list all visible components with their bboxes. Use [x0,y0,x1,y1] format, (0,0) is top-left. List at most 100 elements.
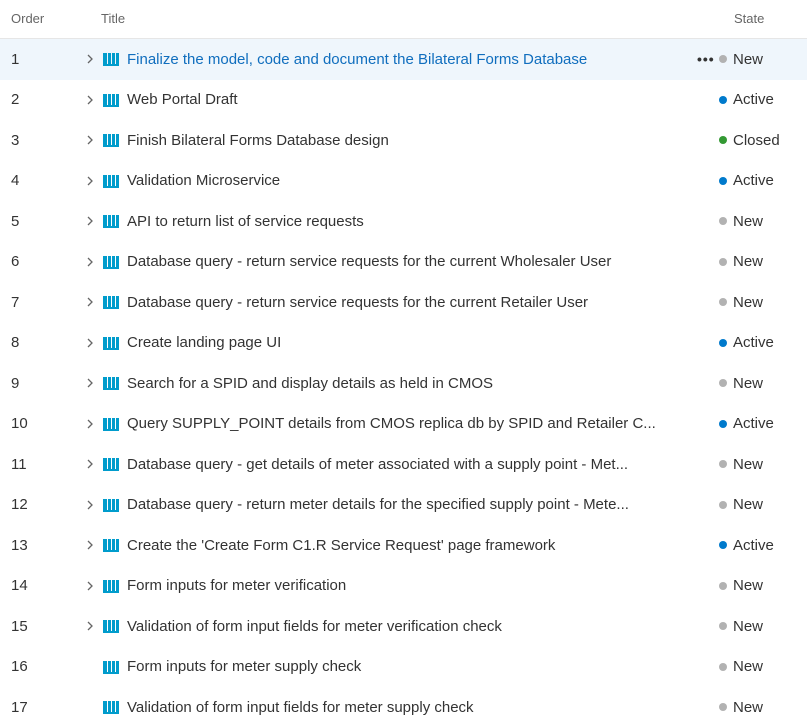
chevron-right-icon[interactable] [84,242,96,283]
book-icon [102,92,120,108]
work-item-title-link[interactable]: Validation of form input fields for mete… [127,606,712,647]
table-row[interactable]: 11 Database query - get details of meter … [0,444,807,485]
chevron-right-icon[interactable] [84,485,96,526]
row-order: 7 [11,293,20,311]
work-item-title-link[interactable]: Web Portal Draft [127,80,712,121]
chevron-right-icon[interactable] [84,444,96,485]
state-label: New [733,577,764,595]
row-order: 9 [11,374,20,392]
work-item-title-link[interactable]: API to return list of service requests [127,201,712,242]
state-cell: Active [719,525,774,566]
book-icon [102,375,120,391]
chevron-right-icon[interactable] [84,566,96,607]
row-order: 17 [11,698,28,716]
chevron-right-icon[interactable] [84,363,96,404]
grid-header: Order Title State [0,0,807,39]
state-dot-icon [719,622,727,631]
table-row[interactable]: 6 Database query - return service request… [0,242,807,283]
row-order: 3 [11,131,20,149]
book-icon [102,456,120,472]
table-row[interactable]: 5 API to return list of service requests N… [0,201,807,242]
state-label: Active [733,536,774,554]
table-row[interactable]: 12 Database query - return meter details … [0,485,807,526]
work-item-title-link[interactable]: Database query - get details of meter as… [127,444,712,485]
work-item-title-link[interactable]: Form inputs for meter supply check [127,647,712,688]
chevron-right-icon[interactable] [84,606,96,647]
book-icon [102,699,120,715]
table-row[interactable]: 1 Finalize the model, code and document t… [0,39,807,80]
table-row[interactable]: 9 Search for a SPID and display details a… [0,363,807,404]
work-item-title-link[interactable]: Validation of form input fields for mete… [127,687,712,728]
state-label: Active [733,334,774,352]
column-header-order[interactable]: Order [11,11,44,26]
work-item-title-link[interactable]: Database query - return service requests… [127,242,712,283]
state-label: New [733,496,764,514]
state-dot-icon [719,298,727,307]
chevron-right-icon[interactable] [84,323,96,364]
state-cell: New [719,647,763,688]
state-label: Active [733,172,774,190]
table-row[interactable]: 4 Validation Microservice Active [0,161,807,202]
work-item-title-link[interactable]: Form inputs for meter verification [127,566,712,607]
chevron-right-icon[interactable] [84,201,96,242]
state-dot-icon [719,581,727,590]
book-icon [102,132,120,148]
row-order: 6 [11,253,20,271]
row-order: 16 [11,658,28,676]
work-item-title-link[interactable]: Search for a SPID and display details as… [127,363,712,404]
table-row[interactable]: 8 Create landing page UI Active [0,323,807,364]
grid-body: 1 Finalize the model, code and document t… [0,39,807,728]
table-row[interactable]: 14 Form inputs for meter verification New [0,566,807,607]
state-cell: New [719,687,763,728]
work-item-title-link[interactable]: Database query - return meter details fo… [127,485,712,526]
chevron-right-icon[interactable] [84,404,96,445]
work-item-title-link[interactable]: Query SUPPLY_POINT details from CMOS rep… [127,404,712,445]
chevron-right-icon[interactable] [84,525,96,566]
state-cell: Active [719,161,774,202]
work-item-title-link[interactable]: Finish Bilateral Forms Database design [127,120,712,161]
chevron-right-icon[interactable] [84,120,96,161]
state-dot-icon [719,95,727,104]
chevron-right-icon[interactable] [84,161,96,202]
chevron-right-icon[interactable] [84,80,96,121]
work-item-title-link[interactable]: Create landing page UI [127,323,712,364]
state-label: Active [733,91,774,109]
state-dot-icon [719,176,727,185]
work-item-title-link[interactable]: Finalize the model, code and document th… [127,39,672,80]
chevron-right-icon[interactable] [84,39,96,80]
column-header-state[interactable]: State [734,11,764,26]
book-icon [102,335,120,351]
state-dot-icon [719,55,727,64]
row-order: 11 [11,455,27,473]
state-cell: New [719,282,763,323]
state-dot-icon [719,136,727,145]
table-row[interactable]: 7 Database query - return service request… [0,282,807,323]
work-item-title-link[interactable]: Validation Microservice [127,161,712,202]
book-icon [102,51,120,67]
table-row[interactable]: 16 Form inputs for meter supply check New [0,647,807,688]
more-actions-icon[interactable]: ••• [697,39,715,80]
state-label: New [733,698,764,716]
table-row[interactable]: 2 Web Portal Draft Active [0,80,807,121]
table-row[interactable]: 17 Validation of form input fields for me… [0,687,807,728]
chevron-right-icon[interactable] [84,282,96,323]
state-label: New [733,253,764,271]
table-row[interactable]: 13 Create the 'Create Form C1.R Service R… [0,525,807,566]
state-dot-icon [719,257,727,266]
state-dot-icon [719,379,727,388]
state-cell: New [719,39,763,80]
book-icon [102,173,120,189]
work-item-title-link[interactable]: Create the 'Create Form C1.R Service Req… [127,525,712,566]
row-order: 13 [11,536,28,554]
table-row[interactable]: 15 Validation of form input fields for me… [0,606,807,647]
table-row[interactable]: 3 Finish Bilateral Forms Database design C… [0,120,807,161]
column-header-title[interactable]: Title [101,11,125,26]
row-order: 8 [11,334,20,352]
work-item-title-link[interactable]: Database query - return service requests… [127,282,712,323]
state-cell: New [719,566,763,607]
state-cell: Active [719,80,774,121]
table-row[interactable]: 10 Query SUPPLY_POINT details from CMOS r… [0,404,807,445]
row-order: 5 [11,212,20,230]
state-cell: New [719,606,763,647]
row-order: 15 [11,617,28,635]
